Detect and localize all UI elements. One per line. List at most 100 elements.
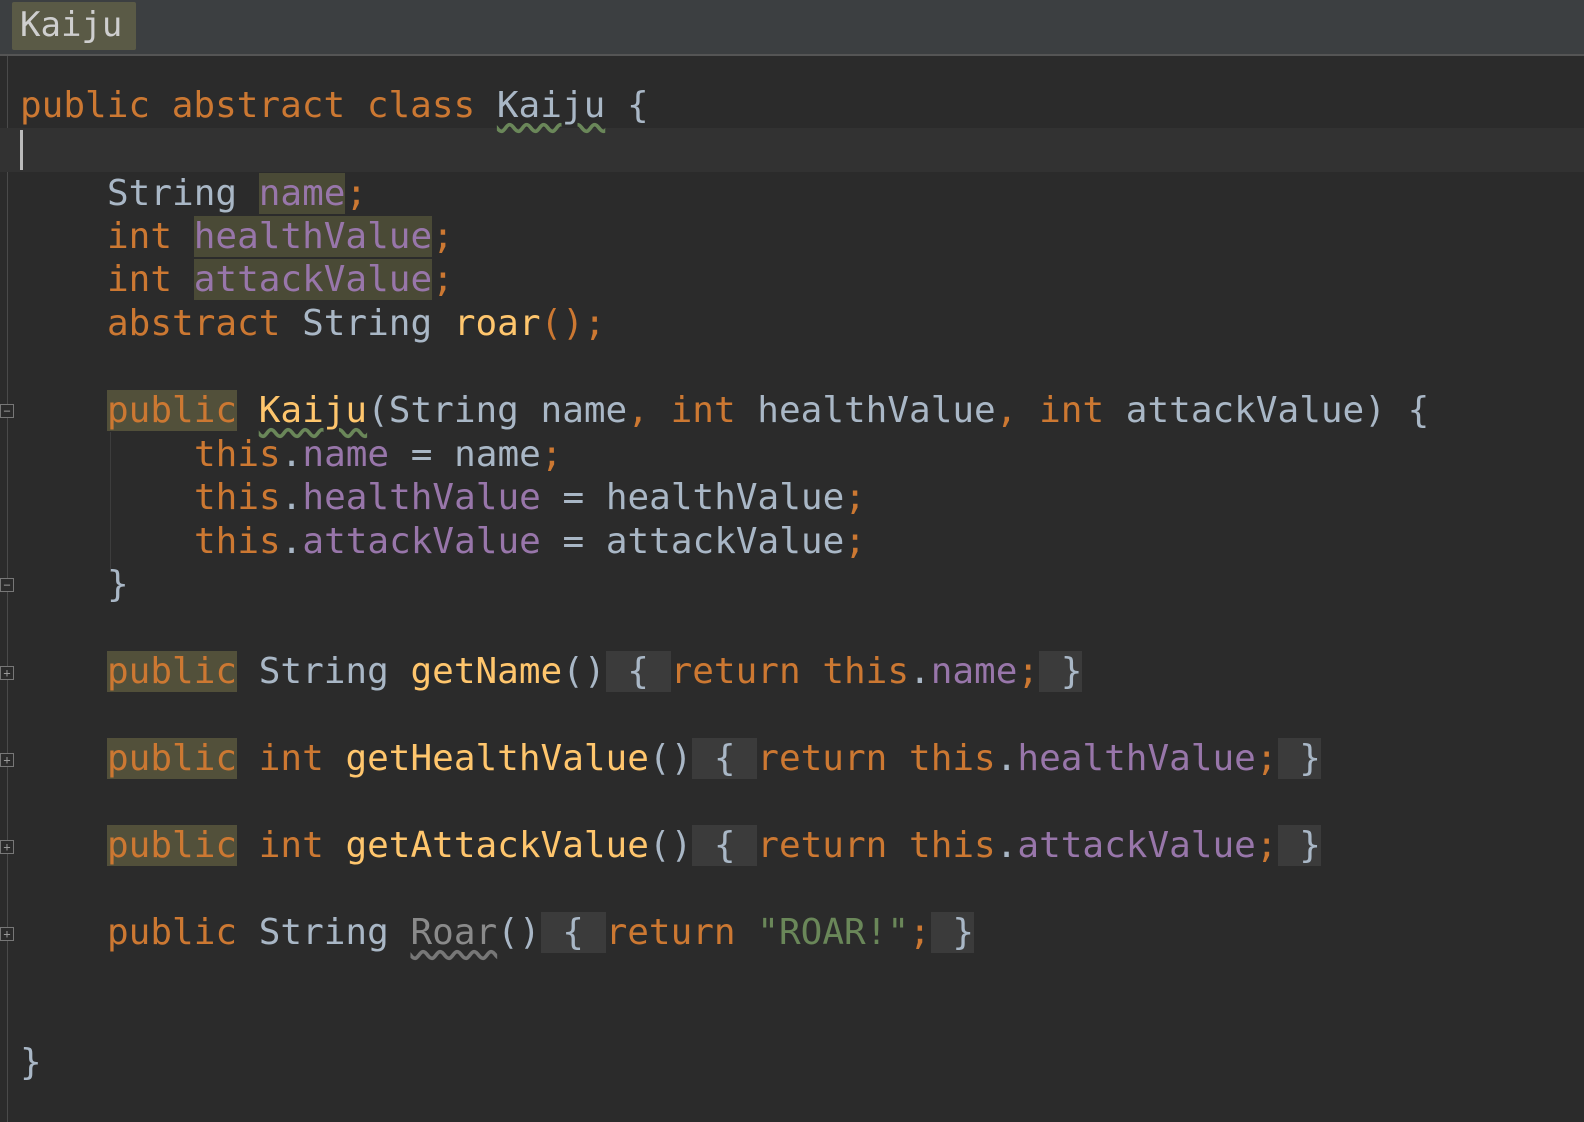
folded-brace[interactable]: } [930, 912, 975, 953]
dot: . [280, 521, 303, 562]
semicolon: ; [909, 912, 931, 953]
field-ref: name [302, 434, 390, 475]
expression: = attackValue [540, 521, 845, 562]
folded-brace[interactable]: { [540, 912, 606, 953]
code-line-abstract-roar: abstract String roar(); [107, 302, 606, 346]
keyword: public [107, 651, 238, 692]
code-line-roar-method: public String Roar() { return "ROAR!"; } [107, 911, 975, 955]
paren: () [648, 825, 693, 866]
type: String [258, 912, 389, 953]
brace: } [20, 1042, 42, 1083]
semicolon: ; [1255, 825, 1278, 866]
keyword: this [909, 825, 996, 866]
code-line-class-decl: public abstract class Kaiju { [20, 84, 649, 128]
semicolon: ; [1017, 651, 1040, 692]
expression: = healthValue [540, 477, 845, 518]
keyword: abstract [171, 85, 346, 126]
keyword: class [366, 85, 476, 126]
param: name [518, 390, 628, 431]
keyword: return [670, 651, 801, 692]
code-line-get-name: public String getName() { return this.na… [107, 650, 1083, 694]
string-literal: "ROAR!" [757, 912, 910, 953]
comma: , [995, 390, 1018, 431]
paren: ( [367, 390, 389, 431]
keyword: this [909, 738, 996, 779]
paren: () [562, 651, 606, 692]
type: int [670, 390, 736, 431]
keyword: return [757, 825, 888, 866]
code-line-field-name: String name; [107, 172, 367, 216]
code-line-constructor: public Kaiju(String name, int healthValu… [107, 389, 1429, 433]
param: attackValue [1104, 390, 1365, 431]
semicolon: ; [1255, 738, 1278, 779]
code-line-field-health: int healthValue; [107, 215, 454, 259]
punctuation: (); [540, 303, 606, 344]
method-name: roar [453, 303, 541, 344]
type: int [258, 825, 324, 866]
comma: , [627, 390, 649, 431]
code-line-get-attack: public int getAttackValue() { return thi… [107, 824, 1321, 868]
keyword: this [194, 434, 281, 475]
field-ref: healthValue [1017, 738, 1256, 779]
semicolon: ; [345, 173, 368, 214]
semicolon: ; [540, 434, 563, 475]
keyword: this [194, 521, 281, 562]
field-ref: attackValue [302, 521, 541, 562]
dot: . [995, 825, 1018, 866]
dot: . [280, 477, 303, 518]
code-line-assign-health: this.healthValue = healthValue; [194, 476, 866, 520]
class-name: Kaiju [496, 85, 606, 126]
field-ref: healthValue [302, 477, 541, 518]
semicolon: ; [432, 216, 454, 257]
keyword: public [107, 912, 238, 953]
folded-brace[interactable]: } [1277, 738, 1321, 779]
tab-kaiju[interactable]: Kaiju [12, 2, 136, 50]
paren: () [648, 738, 693, 779]
dot: . [909, 651, 931, 692]
folded-brace[interactable]: { [692, 738, 758, 779]
code-line-field-attack: int attackValue; [107, 258, 454, 302]
dot: . [280, 434, 303, 475]
keyword: return [605, 912, 736, 953]
paren: ) { [1364, 390, 1430, 431]
type: String [388, 390, 519, 431]
code-line-close-class: } [20, 1041, 42, 1085]
dot: . [995, 738, 1018, 779]
type: String [302, 303, 433, 344]
keyword: abstract [107, 303, 281, 344]
type: String [258, 651, 389, 692]
method-name: getAttackValue [345, 825, 649, 866]
brace: { [626, 85, 649, 126]
keyword: public [107, 738, 238, 779]
folded-brace[interactable]: { [605, 651, 671, 692]
keyword: return [757, 738, 888, 779]
type: int [1039, 390, 1105, 431]
type: int [258, 738, 324, 779]
paren: () [497, 912, 541, 953]
brace: } [107, 564, 129, 605]
method-name: Roar [410, 912, 498, 953]
keyword: public [20, 85, 151, 126]
keyword: this [822, 651, 910, 692]
field-ref: attackValue [1017, 825, 1256, 866]
folded-brace[interactable]: { [692, 825, 758, 866]
type: int [107, 216, 173, 257]
keyword: public [107, 390, 238, 431]
field-name: name [258, 173, 346, 214]
semicolon: ; [844, 477, 866, 518]
field-name: healthValue [193, 216, 433, 257]
folded-brace[interactable]: } [1039, 651, 1083, 692]
semicolon: ; [844, 521, 866, 562]
keyword: this [194, 477, 281, 518]
keyword: public [107, 825, 238, 866]
method-name: getName [410, 651, 563, 692]
code-line-get-health: public int getHealthValue() { return thi… [107, 737, 1321, 781]
field-name: attackValue [193, 259, 433, 300]
code-line-close-constructor: } [107, 563, 129, 607]
constructor-name: Kaiju [258, 390, 368, 431]
type: int [107, 259, 173, 300]
folded-brace[interactable]: } [1277, 825, 1321, 866]
method-name: getHealthValue [345, 738, 649, 779]
type: String [107, 173, 238, 214]
code-line-assign-attack: this.attackValue = attackValue; [194, 520, 866, 564]
